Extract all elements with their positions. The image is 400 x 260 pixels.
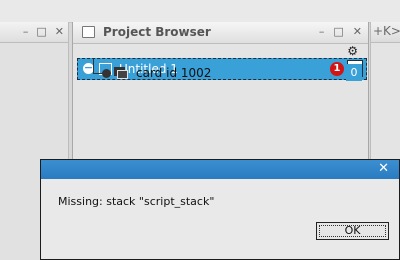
maximize-button[interactable]: □ <box>36 25 46 39</box>
missing-stack-dialog[interactable]: ✕ Missing: stack "script_stack" OK <box>40 159 400 260</box>
gear-icon[interactable]: ⚙ <box>347 44 358 58</box>
minimize-button[interactable]: – <box>319 25 325 39</box>
card-row-count: 0 <box>346 64 362 81</box>
maximize-button[interactable]: □ <box>333 25 343 39</box>
desktop-top-strip <box>0 0 400 23</box>
dialog-close-button[interactable]: ✕ <box>378 161 389 176</box>
window-title: Project Browser <box>103 25 211 39</box>
background-window-right-titlebar[interactable]: +K> <box>371 22 400 43</box>
project-browser-titlebar[interactable]: Project Browser – □ ✕ <box>73 22 368 44</box>
ok-button[interactable]: OK <box>316 222 389 240</box>
ok-button-label: OK <box>344 224 361 237</box>
background-window-left-titlebar[interactable]: – □ ✕ <box>0 22 68 43</box>
error-badge[interactable]: 1 <box>330 62 344 76</box>
background-window-right-title: +K> <box>373 24 400 38</box>
tree-node-dot-icon <box>102 69 111 78</box>
dialog-message: Missing: stack "script_stack" <box>58 195 215 208</box>
close-button[interactable]: ✕ <box>353 25 362 39</box>
close-button[interactable]: ✕ <box>55 25 64 39</box>
card-icon <box>114 67 128 79</box>
minimize-button[interactable]: – <box>23 25 29 39</box>
tree-line-vertical <box>93 59 94 73</box>
card-row-label[interactable]: card id 1002 <box>136 66 211 80</box>
dialog-titlebar[interactable]: ✕ <box>41 160 399 179</box>
window-icon <box>82 26 95 38</box>
